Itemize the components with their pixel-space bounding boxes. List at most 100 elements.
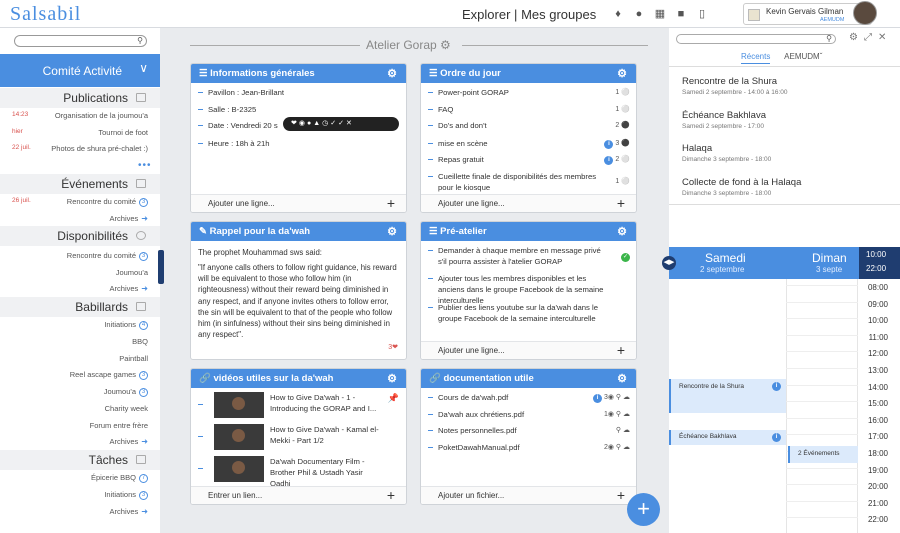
document-icon[interactable]: ▯	[696, 8, 708, 20]
list-item[interactable]: Publier des liens youtube sur la da'wah …	[428, 302, 630, 326]
cloud-download-icon[interactable]: ☁	[623, 394, 630, 401]
app-logo[interactable]: Salsabil	[10, 3, 81, 26]
calendar-icon[interactable]: ▦	[654, 8, 666, 20]
recent-event[interactable]: Rencontre de la Shura Samedi 2 septembre …	[682, 76, 892, 96]
cloud-download-icon[interactable]: ☁	[623, 444, 630, 451]
list-item[interactable]: Joumou'a 3	[0, 384, 160, 398]
gear-icon[interactable]: ⚙	[617, 67, 627, 80]
item-action-toolbar[interactable]: ❤◉●▲◷✓✓✕	[283, 117, 399, 131]
folder-icon[interactable]: ■	[675, 8, 687, 20]
cloud-download-icon[interactable]: ☁	[623, 411, 630, 418]
section-events[interactable]: Événements	[0, 174, 160, 194]
list-item[interactable]: Ajouter tous les membres disponibles et …	[428, 273, 630, 305]
search-icon[interactable]: ⚲	[616, 394, 621, 401]
eye-icon[interactable]: ◉	[608, 394, 614, 401]
list-item[interactable]: Cueillette finale de disponibilités des …	[428, 171, 630, 193]
list-item[interactable]: hier Tournoi de foot	[0, 125, 160, 139]
section-boards[interactable]: Babillards	[0, 297, 160, 317]
list-item[interactable]: Archives ➜	[0, 211, 160, 225]
list-item[interactable]: Charity week	[0, 401, 160, 415]
search-icon[interactable]: ⚲	[616, 411, 621, 418]
search-icon[interactable]: ⚲	[137, 36, 143, 45]
search-icon[interactable]: ⚲	[826, 34, 832, 43]
video-thumbnail[interactable]	[214, 392, 264, 418]
add-card-button[interactable]: +	[627, 493, 660, 526]
gear-icon[interactable]: ⚙	[849, 32, 864, 43]
list-item[interactable]: Joumou'a	[0, 265, 160, 279]
list-item[interactable]: Archives ➜	[0, 281, 160, 295]
list-item[interactable]: Épicerie BBQ 7	[0, 470, 160, 484]
gear-icon[interactable]: ⚙	[387, 372, 397, 385]
calendar-event[interactable]: Rencontre de la Shura i	[669, 379, 786, 413]
list-item[interactable]: 26 juil. Rencontre du comité 3	[0, 194, 160, 208]
search-icon[interactable]: ⚲	[616, 444, 621, 451]
gear-icon[interactable]: ⚙	[387, 67, 397, 80]
panel-search-input[interactable]: ⚲	[676, 34, 836, 44]
list-item[interactable]: BBQ	[0, 334, 160, 348]
gear-icon[interactable]: ⚙	[617, 225, 627, 238]
list-item[interactable]: Initiations 4	[0, 317, 160, 331]
sidebar-resize-handle[interactable]	[158, 250, 164, 284]
list-item[interactable]: Archives ➜	[0, 434, 160, 448]
add-icon[interactable]: +	[387, 195, 395, 211]
heart-icon[interactable]: ❤	[392, 344, 398, 351]
list-item[interactable]: 14:23 Organisation de la joumou'a	[0, 108, 160, 122]
pin-icon[interactable]: 📌	[388, 393, 399, 404]
add-icon[interactable]: +	[387, 487, 395, 503]
video-item[interactable]: How to Give Da'wah - Kamal el-Mekki - Pa…	[198, 424, 399, 450]
eye-icon[interactable]: ◉	[608, 444, 614, 451]
info-icon[interactable]: i	[592, 394, 602, 403]
video-item[interactable]: Da'wah Documentary Film - Brother Phil &…	[198, 456, 399, 488]
close-icon[interactable]: ✕	[878, 32, 892, 43]
info-icon[interactable]: i	[604, 156, 614, 165]
bell-icon[interactable]: ♦	[612, 8, 624, 20]
card-footer[interactable]: Ajouter un fichier... +	[421, 486, 636, 504]
card-footer[interactable]: Ajouter une ligne... +	[191, 194, 406, 212]
calendar-event[interactable]: Échéance Bakhlava i	[669, 430, 786, 445]
tab-aemudm[interactable]: AEMUDMˇ	[784, 52, 822, 61]
section-availability[interactable]: Disponibilités	[0, 226, 160, 246]
list-item[interactable]: Reel ascape games 3	[0, 367, 160, 381]
add-icon[interactable]: +	[617, 195, 625, 211]
search-icon[interactable]: ⚲	[616, 427, 621, 434]
sidebar-search-input[interactable]: ⚲	[14, 35, 147, 47]
add-icon[interactable]: +	[617, 487, 625, 503]
tab-recent[interactable]: Récents	[741, 52, 771, 64]
video-thumbnail[interactable]	[214, 456, 264, 482]
avatar[interactable]	[853, 1, 877, 25]
list-item[interactable]: Paintball	[0, 351, 160, 365]
more-dots[interactable]: •••	[138, 160, 152, 171]
list-item[interactable]: Archives ➜	[0, 504, 160, 518]
card-footer[interactable]: Entrer un lien... +	[191, 486, 406, 504]
info-icon[interactable]: i	[604, 140, 614, 149]
card-footer[interactable]: Ajouter une ligne... +	[421, 194, 636, 212]
list-item[interactable]: Demander à chaque membre en message priv…	[428, 245, 630, 269]
eye-icon[interactable]: ◉	[608, 411, 614, 418]
chevron-down-icon[interactable]: ∨	[139, 61, 148, 75]
day-name[interactable]: Samedi	[705, 251, 746, 265]
list-item[interactable]: Initiations 3	[0, 487, 160, 501]
explore-link[interactable]: Explorer	[462, 7, 510, 22]
group-selector[interactable]: Comité Activité ∨	[0, 54, 160, 87]
recent-event[interactable]: Échéance Bakhlava Samedi 2 septembre - 17…	[682, 110, 892, 130]
section-tasks[interactable]: Tâches	[0, 450, 160, 470]
list-item[interactable]: Forum entre frère	[0, 418, 160, 432]
video-thumbnail[interactable]	[214, 424, 264, 450]
gear-icon[interactable]: ⚙	[440, 38, 451, 52]
expand-icon[interactable]: ⤢	[864, 32, 878, 43]
list-item[interactable]: Rencontre du comité 3	[0, 248, 160, 262]
card-footer[interactable]: Ajouter une ligne... +	[421, 341, 636, 359]
cloud-download-icon[interactable]: ☁	[623, 427, 630, 434]
recent-event[interactable]: Collecte de fond à la Halaqa Dimanche 3 s…	[682, 177, 892, 197]
add-icon[interactable]: +	[617, 342, 625, 358]
recent-event[interactable]: Halaqa Dimanche 3 septembre - 18:00	[682, 143, 892, 163]
calendar-event-group[interactable]: 2 Événements	[788, 446, 858, 463]
video-item[interactable]: How to Give Da'wah - 1 - Introducing the…	[198, 392, 399, 418]
gear-icon[interactable]: ⚙	[617, 372, 627, 385]
info-icon[interactable]: i	[772, 382, 781, 391]
day-name[interactable]: Diman	[812, 251, 847, 265]
panel-resize-handle[interactable]: ◀▶	[662, 256, 676, 270]
my-groups-link[interactable]: Mes groupes	[521, 7, 596, 22]
section-publications[interactable]: Publications	[0, 88, 160, 108]
info-icon[interactable]: i	[772, 433, 781, 442]
